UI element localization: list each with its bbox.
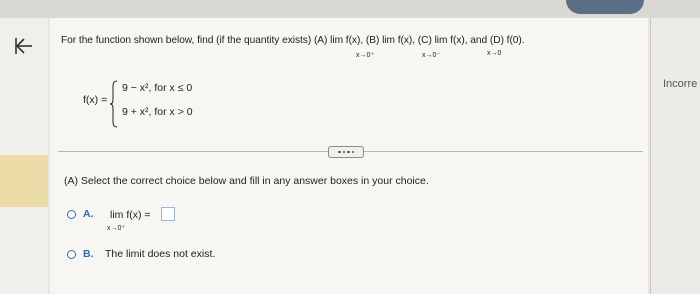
option-b-radio[interactable] bbox=[67, 250, 76, 259]
dot bbox=[342, 150, 345, 154]
case-2-expr: 9 + x², bbox=[122, 106, 155, 118]
right-side-panel: Incorre bbox=[650, 18, 700, 294]
part-a-instruction: (A) Select the correct choice below and … bbox=[64, 175, 429, 187]
case-1: 9 − x², for x ≤ 0 bbox=[122, 82, 192, 94]
panel-edge bbox=[650, 18, 651, 294]
limit-sub-a: x→0⁺ bbox=[356, 52, 375, 59]
dot bbox=[347, 150, 350, 154]
dot bbox=[338, 150, 341, 154]
left-highlight-band bbox=[0, 155, 48, 207]
case-2-cond: for x > 0 bbox=[154, 106, 193, 118]
option-a-letter: A. bbox=[83, 208, 94, 220]
question-panel: For the function shown below, find (if t… bbox=[50, 18, 648, 294]
save-button[interactable] bbox=[566, 0, 644, 14]
answer-input-box[interactable] bbox=[161, 207, 175, 221]
option-a-text: lim f(x) = bbox=[110, 209, 151, 221]
expand-more-button[interactable] bbox=[328, 146, 364, 158]
option-b-letter: B. bbox=[83, 248, 94, 260]
option-b-text: The limit does not exist. bbox=[105, 248, 216, 260]
case-1-expr: 9 − x², bbox=[122, 82, 155, 94]
function-label: f(x) = bbox=[83, 94, 108, 106]
limit-sub-c: x→0 bbox=[487, 50, 502, 57]
piecewise-brace bbox=[110, 80, 118, 128]
case-1-cond: for x ≤ 0 bbox=[154, 82, 193, 94]
option-a-limit-sub: x→0⁺ bbox=[107, 225, 126, 232]
question-prompt: For the function shown below, find (if t… bbox=[61, 35, 525, 46]
case-2: 9 + x², for x > 0 bbox=[122, 106, 193, 118]
dot bbox=[351, 150, 354, 154]
option-a-radio[interactable] bbox=[67, 210, 76, 219]
limit-sub-b: x→0⁻ bbox=[422, 52, 441, 59]
top-bar bbox=[0, 0, 700, 18]
incorrect-label: Incorre bbox=[663, 78, 698, 90]
collapse-left-icon[interactable] bbox=[13, 35, 35, 57]
